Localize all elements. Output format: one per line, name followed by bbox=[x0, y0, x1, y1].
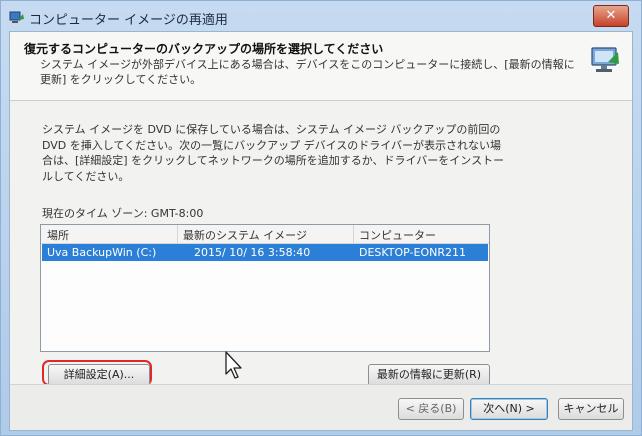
table-row[interactable]: Uva BackupWin (C:) 2015/ 10/ 16 3:58:40 … bbox=[42, 244, 488, 261]
mouse-pointer-icon bbox=[224, 350, 246, 380]
row-location: Uva BackupWin (C:) bbox=[47, 246, 157, 259]
page-title: 復元するコンピューターのバックアップの場所を選択してください bbox=[24, 42, 384, 56]
column-latest-image[interactable]: 最新のシステム イメージ bbox=[183, 227, 307, 243]
header-divider bbox=[10, 100, 632, 101]
refresh-button[interactable]: 最新の情報に更新(R) bbox=[368, 364, 490, 386]
restore-icon bbox=[9, 9, 25, 23]
advanced-settings-button[interactable]: 詳細設定(A)... bbox=[48, 364, 150, 386]
column-divider[interactable] bbox=[177, 225, 178, 243]
next-button[interactable]: 次へ(N) > bbox=[470, 398, 548, 420]
restore-window: コンピューター イメージの再適用 ✕ 復元するコンピューターのバックアップの場所… bbox=[0, 0, 642, 436]
dialog-body: 復元するコンピューターのバックアップの場所を選択してください システム イメージ… bbox=[9, 31, 633, 431]
dialog-header: 復元するコンピューターのバックアップの場所を選択してください システム イメージ… bbox=[10, 32, 632, 100]
cancel-button[interactable]: キャンセル bbox=[558, 398, 624, 420]
row-computer: DESKTOP-EONR211 bbox=[359, 246, 466, 259]
row-latest-image: 2015/ 10/ 16 3:58:40 bbox=[194, 246, 311, 259]
header-description: システム イメージが外部デバイス上にある場合は、デバイスをこのコンピューターに接… bbox=[40, 58, 575, 86]
column-divider[interactable] bbox=[353, 225, 354, 243]
list-header: 場所 最新のシステム イメージ コンピューター bbox=[41, 225, 489, 244]
close-button[interactable]: ✕ bbox=[593, 5, 629, 27]
backup-location-list[interactable]: 場所 最新のシステム イメージ コンピューター Uva BackupWin (C… bbox=[40, 224, 490, 352]
timezone-label: 現在のタイム ゾーン: GMT-8:00 bbox=[42, 207, 204, 220]
computer-monitor-icon bbox=[588, 44, 622, 78]
instructions-text: システム イメージを DVD に保存している場合は、システム イメージ バックア… bbox=[42, 123, 505, 183]
back-button[interactable]: < 戻る(B) bbox=[398, 398, 464, 420]
column-location[interactable]: 場所 bbox=[47, 227, 69, 243]
title-bar[interactable]: コンピューター イメージの再適用 ✕ bbox=[1, 1, 641, 31]
window-title: コンピューター イメージの再適用 bbox=[29, 13, 228, 28]
column-computer[interactable]: コンピューター bbox=[359, 227, 436, 243]
